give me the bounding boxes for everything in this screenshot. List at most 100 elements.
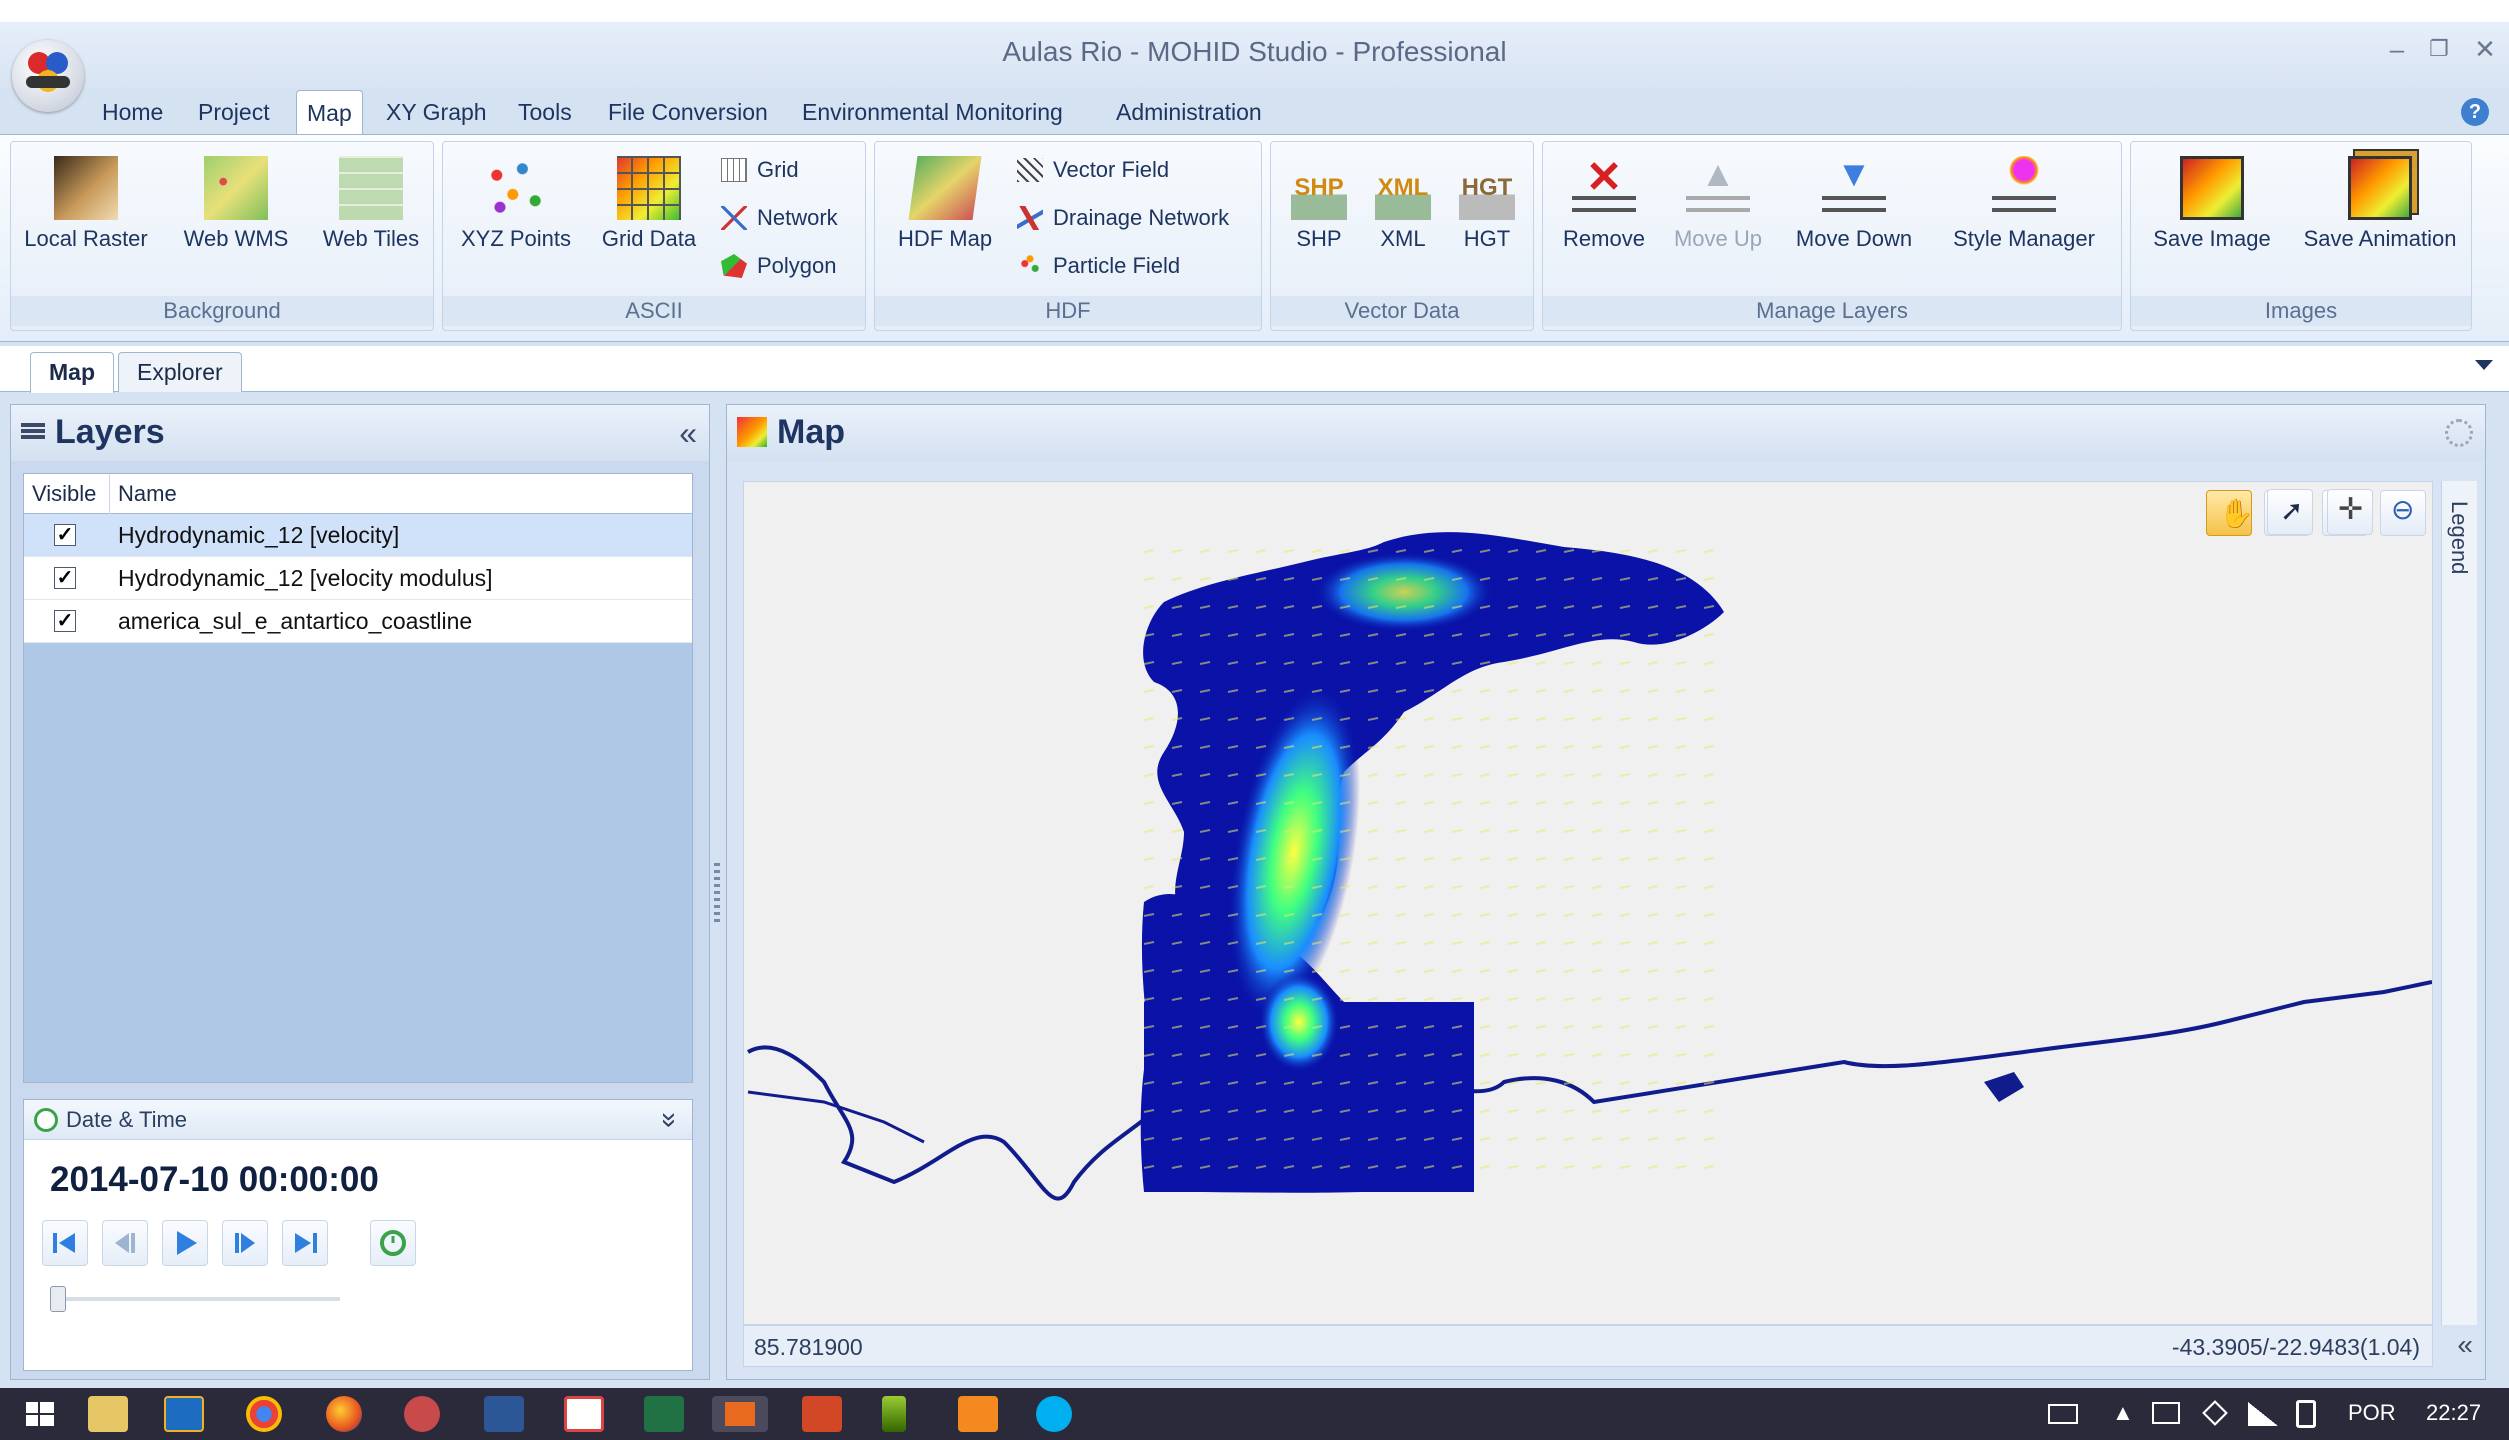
save-animation-button[interactable]: Save Animation bbox=[2293, 146, 2467, 252]
chevron-down-icon[interactable] bbox=[2475, 360, 2493, 370]
tab-explorer[interactable]: Explorer bbox=[118, 352, 242, 392]
refresh-clock-icon bbox=[380, 1230, 406, 1256]
menu-home[interactable]: Home bbox=[92, 90, 173, 134]
column-name[interactable]: Name bbox=[110, 474, 694, 514]
chrome-icon[interactable] bbox=[246, 1396, 282, 1432]
network-button[interactable]: Network bbox=[721, 198, 838, 238]
shp-button[interactable]: SHP SHP bbox=[1279, 146, 1359, 252]
app-orange-icon[interactable] bbox=[958, 1396, 998, 1432]
tab-map[interactable]: Map bbox=[30, 352, 114, 393]
particle-field-icon bbox=[1017, 254, 1043, 278]
word-icon[interactable] bbox=[484, 1396, 524, 1432]
column-visible[interactable]: Visible bbox=[24, 474, 110, 514]
minimize-button[interactable]: – bbox=[2377, 32, 2417, 66]
zoom-out-button[interactable]: ⊖ bbox=[2380, 490, 2426, 536]
style-manager-button[interactable]: Style Manager bbox=[1939, 146, 2109, 252]
restore-button[interactable]: ❐ bbox=[2419, 32, 2459, 66]
windows-start-icon[interactable] bbox=[20, 1396, 60, 1432]
map-settings-icon[interactable] bbox=[2445, 419, 2473, 447]
full-extent-button[interactable]: ✛ bbox=[2327, 489, 2373, 535]
menu-xy-graph[interactable]: XY Graph bbox=[376, 90, 497, 134]
shp-icon: SHP bbox=[1291, 156, 1347, 220]
web-tiles-button[interactable]: Web Tiles bbox=[311, 146, 431, 252]
visible-checkbox[interactable]: ✓ bbox=[54, 524, 76, 546]
refresh-time-button[interactable] bbox=[370, 1220, 416, 1266]
app-globe-icon[interactable] bbox=[404, 1396, 440, 1432]
web-wms-button[interactable]: Web WMS bbox=[171, 146, 301, 252]
firefox-icon[interactable] bbox=[326, 1396, 362, 1432]
current-datetime: 2014-07-10 00:00:00 bbox=[50, 1160, 379, 1199]
xml-button[interactable]: XML XML bbox=[1363, 146, 1443, 252]
step-back-button[interactable] bbox=[102, 1220, 148, 1266]
outlook-icon[interactable] bbox=[164, 1396, 204, 1432]
close-button[interactable]: ✕ bbox=[2465, 32, 2505, 66]
panel-splitter[interactable] bbox=[714, 862, 720, 922]
keyboard-icon[interactable] bbox=[2048, 1404, 2078, 1424]
ribbon-group-hdf: HDF Map Vector Field Drainage Network Pa… bbox=[874, 141, 1262, 331]
table-row[interactable]: ✓ Hydrodynamic_12 [velocity modulus] bbox=[24, 557, 692, 600]
skype-icon[interactable] bbox=[1036, 1396, 1072, 1432]
status-toggle-button[interactable]: « bbox=[2457, 1329, 2473, 1361]
move-up-button[interactable]: ▲ Move Up bbox=[1663, 146, 1773, 252]
hdf-map-button[interactable]: HDF Map bbox=[883, 146, 1007, 252]
grid-icon bbox=[721, 158, 747, 182]
map-canvas[interactable]: ✋ ⊕ ⊖ bbox=[743, 481, 2433, 1325]
power-icon[interactable] bbox=[2296, 1400, 2316, 1428]
dropbox-icon[interactable] bbox=[2202, 1400, 2228, 1426]
menu-administration[interactable]: Administration bbox=[1106, 90, 1272, 134]
step-forward-button[interactable] bbox=[222, 1220, 268, 1266]
local-raster-button[interactable]: Local Raster bbox=[21, 146, 151, 252]
legend-sidebar[interactable]: Legend bbox=[2441, 481, 2477, 1325]
grid-data-button[interactable]: Grid Data bbox=[589, 146, 709, 252]
expand-chevron-icon[interactable]: » bbox=[650, 1112, 690, 1128]
date-time-header[interactable]: Date & Time » bbox=[24, 1100, 692, 1140]
menu-tools[interactable]: Tools bbox=[508, 90, 582, 134]
save-image-label: Save Image bbox=[2153, 226, 2271, 251]
clock-time[interactable]: 22:27 bbox=[2426, 1400, 2481, 1426]
menu-map[interactable]: Map bbox=[296, 90, 363, 134]
map-view[interactable] bbox=[744, 482, 2432, 1324]
menu-file-conversion[interactable]: File Conversion bbox=[598, 90, 778, 134]
tray-overflow-icon[interactable]: ▲ bbox=[2112, 1400, 2134, 1426]
skip-start-icon bbox=[53, 1233, 75, 1253]
save-image-button[interactable]: Save Image bbox=[2137, 146, 2287, 252]
hgt-button[interactable]: HGT HGT bbox=[1447, 146, 1527, 252]
menu-environmental-monitoring[interactable]: Environmental Monitoring bbox=[792, 90, 1073, 134]
visible-checkbox[interactable]: ✓ bbox=[54, 610, 76, 632]
last-frame-button[interactable] bbox=[282, 1220, 328, 1266]
menu-project[interactable]: Project bbox=[188, 90, 280, 134]
first-frame-button[interactable] bbox=[42, 1220, 88, 1266]
table-row[interactable]: ✓ america_sul_e_antartico_coastline bbox=[24, 600, 692, 643]
pan-tool-button[interactable]: ✋ bbox=[2206, 490, 2254, 536]
vector-field-button[interactable]: Vector Field bbox=[1017, 150, 1169, 190]
grid-button[interactable]: Grid bbox=[721, 150, 799, 190]
move-down-button[interactable]: ▼ Move Down bbox=[1779, 146, 1929, 252]
time-slider-thumb[interactable] bbox=[50, 1286, 66, 1312]
table-row[interactable]: ✓ Hydrodynamic_12 [velocity] bbox=[24, 514, 692, 557]
calculator-icon[interactable] bbox=[564, 1396, 604, 1432]
polygon-button[interactable]: Polygon bbox=[721, 246, 837, 286]
xyz-points-button[interactable]: XYZ Points bbox=[451, 146, 581, 252]
hgt-icon: HGT bbox=[1459, 156, 1515, 220]
mohid-icon[interactable] bbox=[712, 1396, 768, 1432]
language-indicator[interactable]: POR bbox=[2348, 1400, 2396, 1426]
play-button[interactable] bbox=[162, 1220, 208, 1266]
mohid-logo-icon bbox=[725, 1402, 755, 1426]
web-tiles-icon bbox=[339, 156, 403, 220]
ribbon: Local Raster Web WMS Web Tiles Backgroun… bbox=[0, 134, 2509, 342]
display-icon[interactable] bbox=[2152, 1402, 2180, 1424]
particle-field-button[interactable]: Particle Field bbox=[1017, 246, 1180, 286]
excel-icon[interactable] bbox=[644, 1396, 684, 1432]
remove-button[interactable]: ✕ Remove bbox=[1549, 146, 1659, 252]
taskbar: ▲ POR 22:27 bbox=[0, 1388, 2509, 1440]
app-leaf-icon[interactable] bbox=[882, 1396, 906, 1432]
help-icon[interactable]: ? bbox=[2461, 98, 2489, 126]
visible-checkbox[interactable]: ✓ bbox=[54, 567, 76, 589]
drainage-network-button[interactable]: Drainage Network bbox=[1017, 198, 1229, 238]
powerpoint-icon[interactable] bbox=[802, 1396, 842, 1432]
file-explorer-icon[interactable] bbox=[88, 1396, 128, 1432]
time-slider-track[interactable] bbox=[54, 1297, 340, 1301]
network-signal-icon[interactable] bbox=[2248, 1402, 2278, 1426]
collapse-panel-button[interactable]: « bbox=[679, 415, 697, 452]
select-tool-button[interactable]: ➚ bbox=[2267, 489, 2313, 535]
